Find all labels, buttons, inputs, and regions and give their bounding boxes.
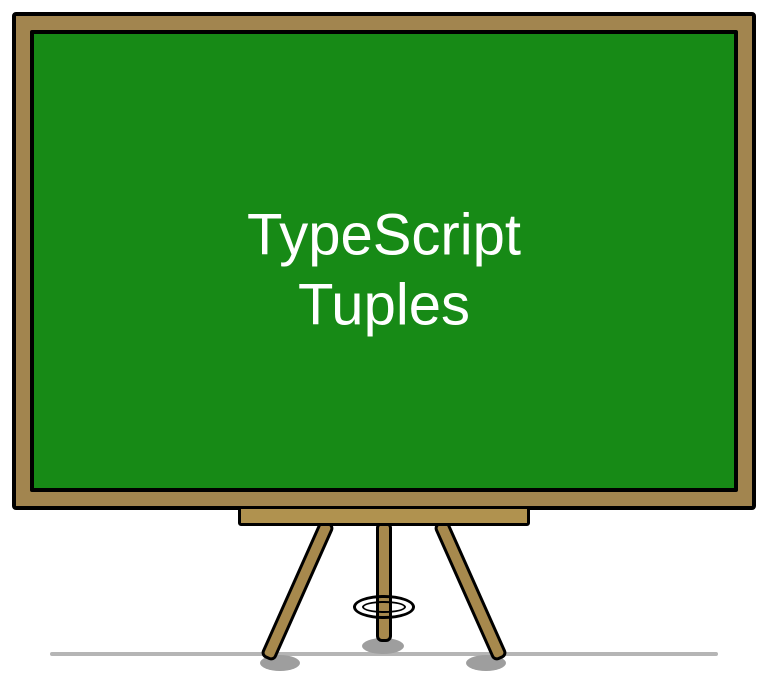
easel-ledge bbox=[238, 506, 530, 526]
easel-leg-center bbox=[376, 522, 392, 642]
easel-leg-left bbox=[260, 519, 336, 663]
chalkboard-title: TypeScript Tuples bbox=[247, 200, 521, 339]
chalkboard-scene: TypeScript Tuples bbox=[0, 0, 768, 675]
easel-leg-right bbox=[433, 519, 509, 663]
chalkboard-surface: TypeScript Tuples bbox=[30, 30, 738, 492]
easel-brace-inner bbox=[362, 601, 406, 613]
